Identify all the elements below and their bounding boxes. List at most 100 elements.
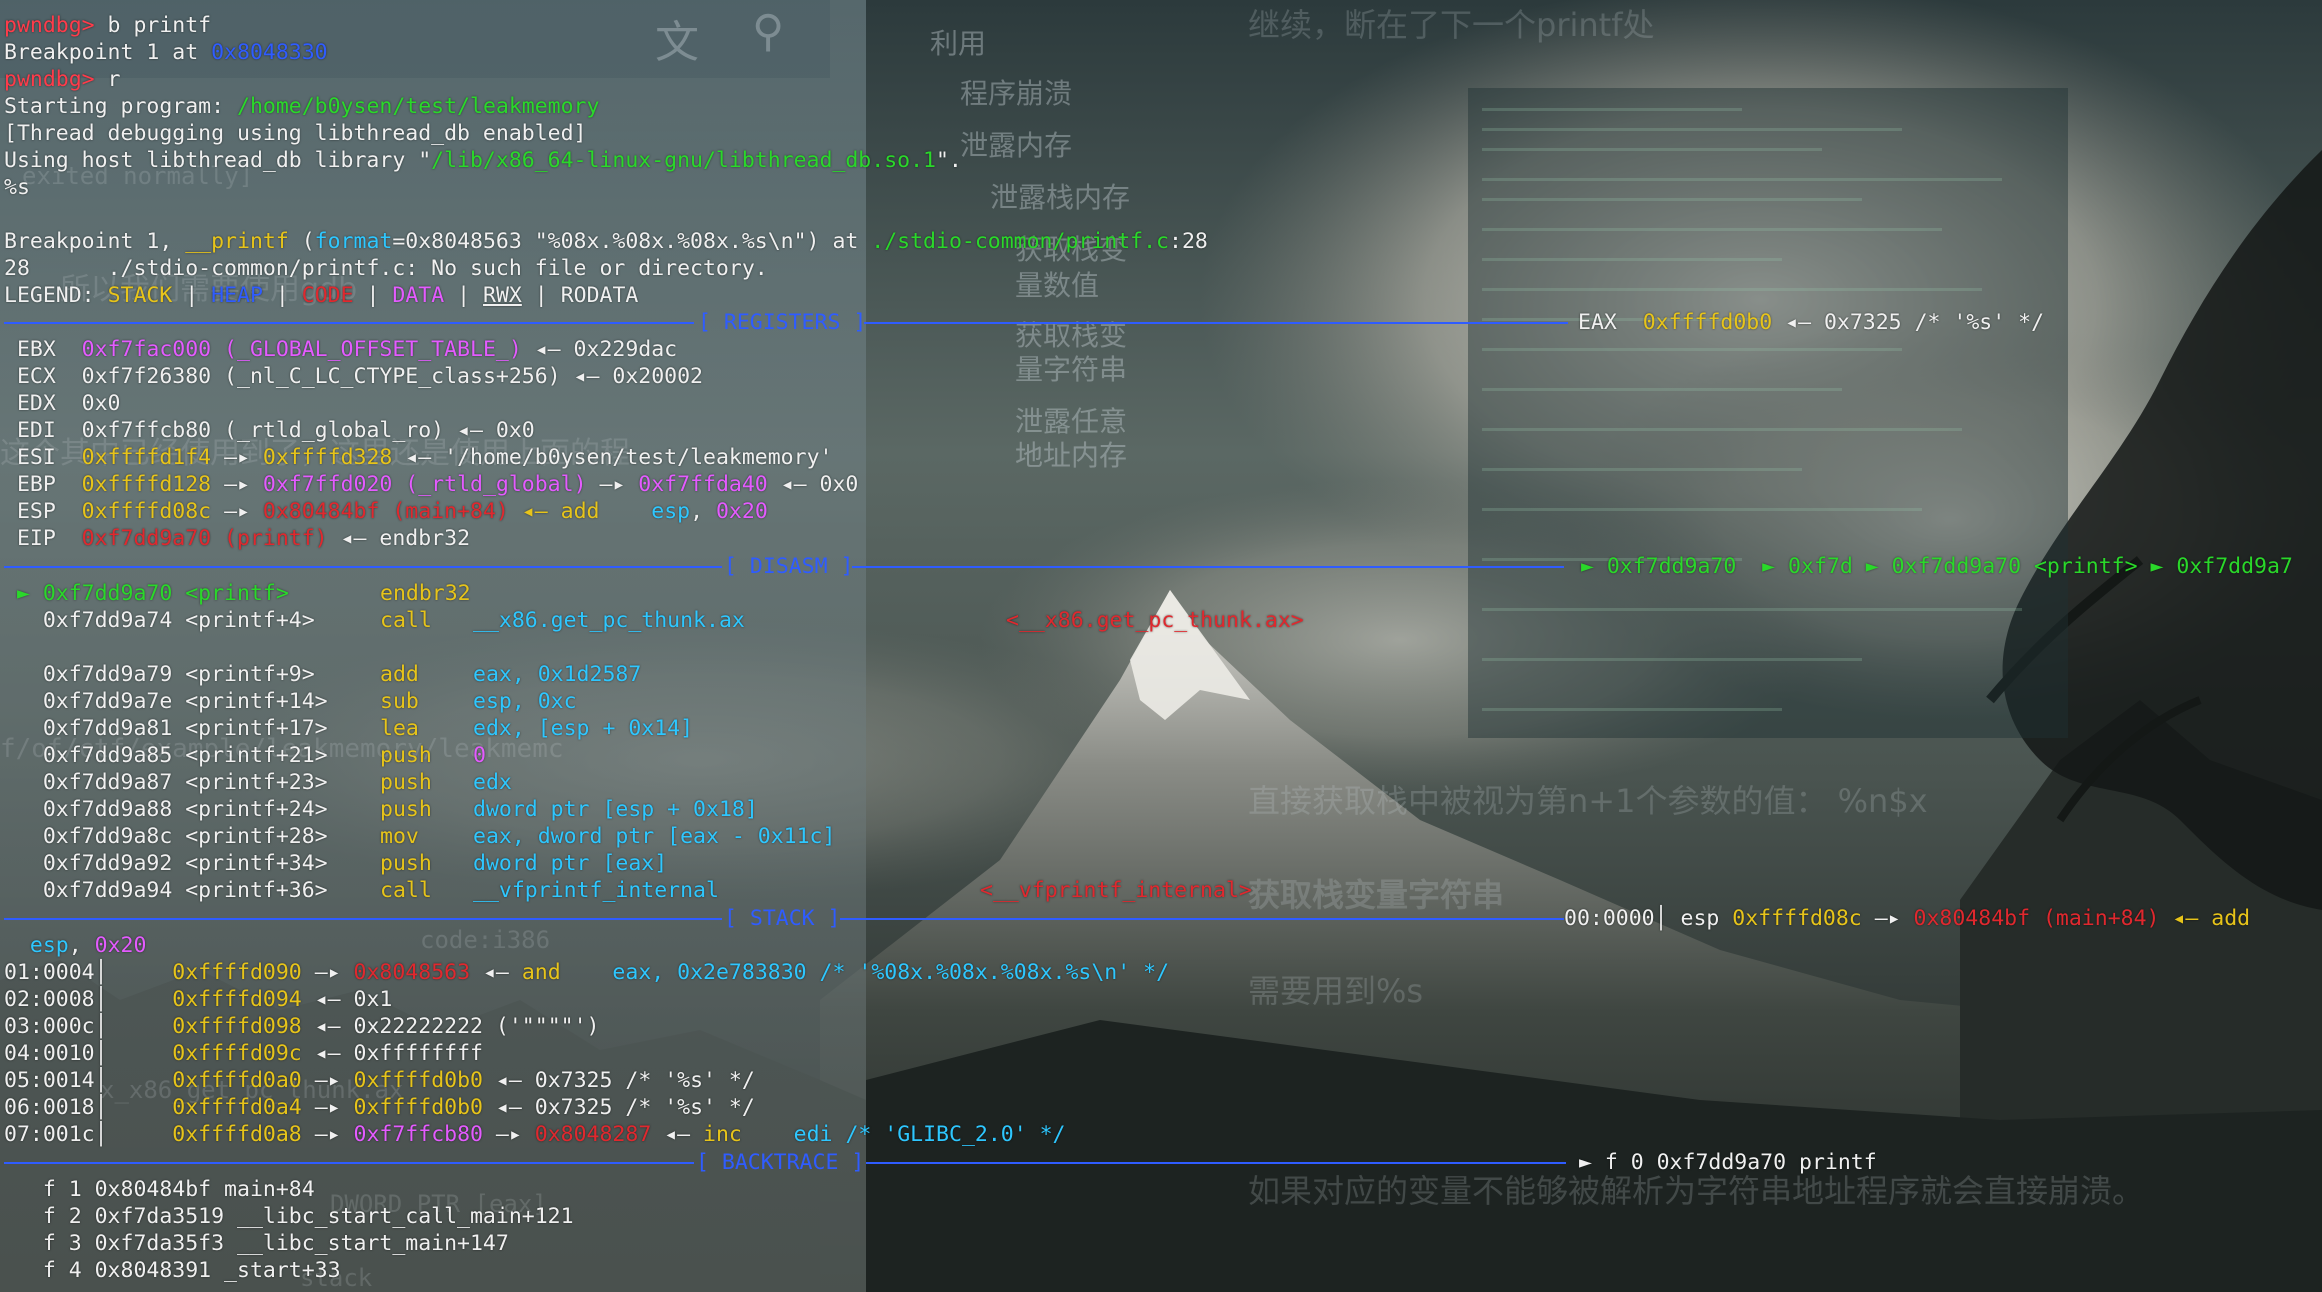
- instruction-operand: eax, 0x2e783830 /* '%08x.%08x.%08x.%s\n'…: [560, 960, 1170, 985]
- legend-label: LEGEND:: [4, 283, 108, 308]
- operand: 0x20: [94, 933, 147, 958]
- stack-row[interactable]: 04:0010│ 0xffffd09c ◂— 0xffffffff: [4, 1040, 483, 1067]
- legend-separator: |: [444, 283, 484, 308]
- terminal-line: Breakpoint 1, __printf (format=0x8048563…: [4, 228, 1208, 255]
- backtrace-frame[interactable]: f 2 0xf7da3519 __libc_start_call_main+12…: [4, 1203, 574, 1230]
- register-value: 0xf7ffcb80 (_rtld_global_ro): [81, 418, 445, 443]
- instruction-mnemonic: sub: [380, 689, 419, 714]
- backtrace-frame-current[interactable]: ► f 0 0xf7dd9a70 printf: [1566, 1149, 1877, 1176]
- backtrace-frame[interactable]: f 1 0x80484bf main+84: [4, 1176, 315, 1203]
- stack-value: 0xffffd0b0: [353, 1095, 483, 1120]
- pwndbg-terminal[interactable]: pwndbg> b printf Breakpoint 1 at 0x80483…: [0, 0, 2322, 1292]
- stack-row-top[interactable]: 00:0000│ esp 0xffffd08c —▸ 0x80484bf (ma…: [1564, 905, 2250, 932]
- register-deref: ◂— 0x0: [444, 418, 535, 443]
- backtrace-separator: [4, 1162, 694, 1164]
- legend-data: DATA: [392, 283, 445, 308]
- command: b printf: [94, 13, 212, 38]
- pointer-arrow: —▸: [301, 1068, 354, 1093]
- legend-separator: |: [521, 283, 561, 308]
- terminal-line: pwndbg> r: [4, 66, 121, 93]
- stack-row[interactable]: 02:0008│ 0xffffd094 ◂— 0x1: [4, 986, 392, 1013]
- pointer-arrow: —▸: [301, 1095, 354, 1120]
- register-row: EDI 0xf7ffcb80 (_rtld_global_ro) ◂— 0x0: [4, 417, 535, 444]
- stack-value: 0xffffd0b0: [353, 1068, 483, 1093]
- output-text: =0x8048563 "%08x.%08x.%08x.%s\n") at: [392, 229, 872, 254]
- register-row: ESP 0xffffd08c —▸ 0x80484bf (main+84) ◂—…: [4, 498, 768, 525]
- stack-deref: ◂— 0x7325 /* '%s' */: [482, 1095, 755, 1120]
- terminal-line: %s: [4, 174, 30, 201]
- stack-value: 0x8048287: [534, 1122, 652, 1147]
- stack-row[interactable]: 06:0018│ 0xffffd0a4 —▸ 0xffffd0b0 ◂— 0x7…: [4, 1094, 755, 1121]
- pointer-arrow: —▸: [586, 472, 639, 497]
- stack-separator: [4, 918, 722, 920]
- register-deref: ◂— endbr32: [327, 526, 471, 551]
- legend-stack: STACK: [107, 283, 173, 308]
- instruction-mnemonic: endbr32: [380, 581, 471, 606]
- output-text: (: [288, 229, 315, 254]
- legend-rodata: RODATA: [560, 283, 639, 308]
- pointer-arrow: —▸: [1861, 906, 1914, 931]
- stack-deref: ◂— 0x7325 /* '%s' */: [482, 1068, 755, 1093]
- instruction-address: 0xf7dd9a8c <printf+28>: [4, 824, 328, 849]
- register-row: EIP 0xf7dd9a70 (printf) ◂— endbr32: [4, 525, 470, 552]
- register-name: EBX: [4, 337, 56, 362]
- disasm-row[interactable]: 0xf7dd9a81 <printf+17>: [4, 715, 328, 742]
- disasm-row[interactable]: 0xf7dd9a88 <printf+24>: [4, 796, 328, 823]
- stack-value: 0x8048563: [353, 960, 471, 985]
- disasm-row[interactable]: 0xf7dd9a74 <printf+4>: [4, 607, 315, 634]
- instruction-mnemonic: push: [380, 851, 432, 876]
- register-deref: ◂— 0x229dac: [521, 337, 678, 362]
- register-value: 0xf7ffd020 (_rtld_global): [262, 472, 587, 497]
- disasm-row-current[interactable]: ► 0xf7dd9a70 <printf>: [4, 580, 289, 607]
- command: r: [94, 67, 121, 92]
- instruction-operand: edx: [473, 770, 512, 795]
- instruction-address: 0xf7dd9a74 <printf+4>: [4, 608, 315, 633]
- terminal-line: Breakpoint 1 at 0x8048330: [4, 39, 328, 66]
- stack-row[interactable]: 05:0014│ 0xffffd0a0 —▸ 0xffffd0b0 ◂— 0x7…: [4, 1067, 755, 1094]
- instruction-operand: eax, dword ptr [eax - 0x11c]: [473, 824, 836, 849]
- instruction-address: ► 0xf7dd9a70 <printf>: [4, 581, 289, 606]
- disasm-row[interactable]: 0xf7dd9a8c <printf+28>: [4, 823, 328, 850]
- instruction-mnemonic: call: [380, 608, 432, 633]
- instruction-operand: esp, 0xc: [473, 689, 577, 714]
- legend-rwx: RWX: [483, 283, 522, 308]
- stack-deref: 0xffffffff: [353, 1041, 483, 1066]
- disasm-row[interactable]: 0xf7dd9a94 <printf+36>: [4, 877, 328, 904]
- register-row: EBX 0xf7fac000 (_GLOBAL_OFFSET_TABLE_) ◂…: [4, 336, 677, 363]
- output-text: Breakpoint 1 at: [4, 40, 212, 65]
- disasm-row[interactable]: 0xf7dd9a79 <printf+9>: [4, 661, 315, 688]
- stack-value: 0xf7ffcb80: [353, 1122, 483, 1147]
- register-deref: ◂— 0x0: [767, 472, 859, 497]
- register-name: EAX: [1578, 310, 1617, 335]
- disasm-row[interactable]: 0xf7dd9a7e <printf+14>: [4, 688, 328, 715]
- register-value: 0xffffd328: [262, 445, 393, 470]
- register-value: 0x0: [81, 391, 121, 416]
- register-row: ECX 0xf7f26380 (_nl_C_LC_CTYPE_class+256…: [4, 363, 703, 390]
- backtrace-frame[interactable]: f 4 0x8048391 _start+33: [4, 1257, 341, 1284]
- source-file: ./stdio-common/printf.c: [871, 229, 1169, 254]
- register-value: 0xf7dd9a70 (printf): [81, 526, 328, 551]
- instruction-operand: 0: [473, 743, 486, 768]
- pointer-arrow: —▸: [211, 472, 263, 497]
- register-value: 0xffffd1f4: [81, 445, 212, 470]
- stack-index: 01:0004│: [4, 960, 108, 985]
- pointer-arrow: ◂—: [301, 1041, 354, 1066]
- instruction-address: 0xf7dd9a92 <printf+34>: [4, 851, 328, 876]
- stack-row[interactable]: 07:001c│ 0xffffd0a8 —▸ 0xf7ffcb80 —▸ 0x8…: [4, 1121, 1066, 1148]
- stack-row[interactable]: 03:000c│ 0xffffd098 ◂— 0x22222222 ('""""…: [4, 1013, 599, 1040]
- stack-index: 00:0000│: [1564, 906, 1668, 931]
- instruction-operand: edx, [esp + 0x14]: [473, 716, 694, 741]
- registers-section-title: [ REGISTERS ]: [698, 310, 867, 335]
- disasm-row[interactable]: 0xf7dd9a85 <printf+21>: [4, 742, 328, 769]
- pointer-arrow: —▸: [301, 1122, 354, 1147]
- stack-row[interactable]: 01:0004│ 0xffffd090 —▸ 0x8048563 ◂— and …: [4, 959, 1169, 986]
- stack-section-title: [ STACK ]: [724, 906, 841, 931]
- stack-register: esp: [1667, 906, 1733, 931]
- instruction-operand: dword ptr [esp + 0x18]: [473, 797, 758, 822]
- legend-heap: HEAP: [211, 283, 263, 308]
- disasm-row[interactable]: 0xf7dd9a87 <printf+23>: [4, 769, 328, 796]
- disasm-section-title: [ DISASM ]: [724, 554, 854, 579]
- disasm-row[interactable]: 0xf7dd9a92 <printf+34>: [4, 850, 328, 877]
- instruction-mnemonic: push: [380, 743, 432, 768]
- backtrace-frame[interactable]: f 3 0xf7da35f3 __libc_start_main+147: [4, 1230, 509, 1257]
